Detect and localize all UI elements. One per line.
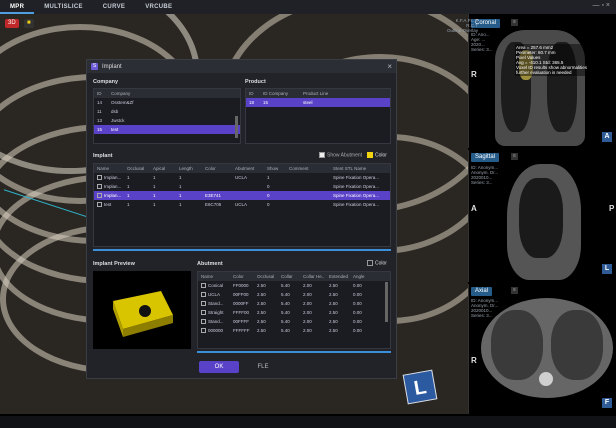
implant-table-header: Name Occlusal Apical Length Color Abutme… [94, 164, 390, 173]
orientation-cube-icon[interactable]: L [402, 369, 438, 405]
file-icon [97, 175, 102, 181]
implant-row[interactable]: Implan... 1 1 1 UCLA 1 Spine Fixation Opera... [94, 173, 390, 182]
abutment-scrollbar[interactable] [385, 282, 388, 322]
file-icon [97, 193, 102, 199]
file-icon [201, 319, 206, 325]
tab-curve[interactable]: CURVE [93, 0, 135, 14]
product-row[interactable]: 18 15 steel [246, 98, 390, 107]
implant-scrollbar[interactable] [93, 249, 391, 251]
company-table-header: ID Company [94, 89, 240, 98]
company-scrollbar[interactable] [235, 116, 238, 138]
status-bar [0, 416, 616, 428]
file-icon [97, 202, 102, 208]
axial-left-marker: R [471, 356, 477, 365]
axial-image [481, 298, 613, 398]
ok-button[interactable]: OK [199, 361, 239, 373]
abutment-row[interactable]: 000000 FFFFFF 2.50 5.40 2.00 2.50 0.00 [198, 326, 390, 335]
abutment-row[interactable]: UCLA 00FF00 2.50 5.40 2.00 2.50 0.00 [198, 290, 390, 299]
abutment-heading: Abutment [197, 261, 223, 267]
view-settings-icon[interactable]: ■ [24, 19, 34, 28]
coronal-patient-info: ID: Ano... Age: ... 2020... Series: 3... [471, 32, 493, 52]
coronal-header: K.F.A.P.L.E R.C.T Outline Overlay [447, 18, 479, 33]
sagittal-label[interactable]: Sagittal [471, 153, 500, 162]
implant-3d-model-icon [113, 291, 173, 337]
abutment-row[interactable]: Conical FF0000 2.50 5.40 2.00 2.50 0.00 [198, 281, 390, 290]
color-swatch-icon [367, 152, 373, 158]
tab-vrcube[interactable]: VRCUBE [135, 0, 182, 14]
abutment-color-toggle[interactable]: Color [367, 260, 387, 266]
sagittal-left-marker: A [471, 204, 477, 213]
show-abutment-checkbox[interactable]: Show Abutment [319, 152, 362, 158]
implant-preview-viewport[interactable] [93, 271, 191, 349]
abutment-hscrollbar[interactable] [197, 351, 391, 353]
company-row[interactable]: 11 dsb [94, 107, 240, 116]
abutment-table-header: Name Color Occlusal Collar Collar He.. E… [198, 272, 390, 281]
dialog-title: Implant [102, 63, 122, 70]
implant-row[interactable]: test 1 1 1 E6C705 UCLA 0 Spine Fixation Opera..… [94, 200, 390, 209]
file-icon [97, 184, 102, 190]
implant-heading: Implant [93, 153, 113, 159]
checkbox-icon [367, 260, 373, 266]
implant-color-toggle[interactable]: Color [367, 152, 387, 158]
app-icon: S [91, 63, 98, 70]
sagittal-right-marker: P [609, 204, 615, 213]
company-row[interactable]: 14 Osstem&Zf [94, 98, 240, 107]
implant-dialog: S Implant × Company ID Company 14 Osstem&… [86, 59, 397, 379]
window-controls[interactable]: — ▫ × [593, 2, 610, 9]
coronal-orientation-tag[interactable]: A [602, 132, 612, 142]
abutment-row[interactable]: Straight FFFF00 2.50 5.40 2.00 2.50 0.00 [198, 308, 390, 317]
checkbox-icon [319, 152, 325, 158]
file-icon [201, 328, 206, 334]
implant-row[interactable]: Implan... 1 1 1 0 Spine Fixation Opera... [94, 182, 390, 191]
abutment-row[interactable]: Stand... 00FFFF 2.50 5.40 2.00 2.50 0.00 [198, 317, 390, 326]
coronal-measurement-box: Area = 257.6 mm2 Perimeter: 60.7 mm Pixe… [515, 44, 589, 76]
product-table-header: ID ID Company Product Line [246, 89, 390, 98]
tab-mpr[interactable]: MPR [0, 0, 35, 14]
abutment-row[interactable]: Stand... 0000FF 2.50 5.40 2.00 2.50 0.00 [198, 299, 390, 308]
implant-row[interactable]: Implan... 1 1 1 E3E741 0 Spine Fixation Opera.… [94, 191, 390, 200]
view-mode-tabbar: MPR MULTISLICE CURVE VRCUBE — ▫ × [0, 0, 616, 14]
coronal-settings-icon[interactable]: ≡ [511, 19, 518, 26]
axial-orientation-tag[interactable]: F [602, 398, 612, 408]
company-table[interactable]: ID Company 14 Osstem&Zf 11 dsb 13 Jwstck 15 tes… [93, 88, 241, 144]
file-icon [201, 301, 206, 307]
sagittal-view[interactable]: Sagittal ≡ ID: Anonym... Anonym. Dr... 2… [468, 150, 616, 282]
axial-label[interactable]: Axial [471, 287, 493, 296]
sagittal-patient-info: ID: Anonym... Anonym. Dr... 2020010... S… [471, 165, 499, 185]
view-3d-badge[interactable]: 3D [5, 19, 19, 28]
axial-settings-icon[interactable]: ≡ [511, 287, 518, 294]
company-heading: Company [93, 79, 119, 85]
abutment-table[interactable]: Name Color Occlusal Collar Collar He.. E… [197, 271, 391, 349]
tab-multislice[interactable]: MULTISLICE [34, 0, 93, 14]
company-row[interactable]: 15 test [94, 125, 240, 134]
file-icon [201, 292, 206, 298]
cancel-button[interactable]: FLE [243, 361, 283, 373]
implant-table[interactable]: Name Occlusal Apical Length Color Abutme… [93, 163, 391, 247]
sagittal-image [507, 164, 581, 280]
product-table[interactable]: ID ID Company Product Line 18 15 steel [245, 88, 391, 144]
axial-view[interactable]: Axial ≡ ID: Anonym... Anonym. Dr... 2020… [468, 284, 616, 414]
coronal-left-marker: R [471, 70, 477, 79]
dialog-titlebar[interactable]: S Implant × [87, 60, 396, 73]
product-heading: Product [245, 79, 266, 85]
sagittal-orientation-tag[interactable]: L [602, 264, 612, 274]
sagittal-settings-icon[interactable]: ≡ [511, 153, 518, 160]
axial-patient-info: ID: Anonym... Anonym. Dr... 2020010... S… [471, 298, 499, 318]
close-icon[interactable]: × [387, 62, 392, 71]
file-icon [201, 310, 206, 316]
implant-preview-heading: Implant Preview [93, 261, 135, 267]
coronal-view[interactable]: Coronal ≡ K.F.A.P.L.E R.C.T Outline Over… [447, 14, 616, 148]
company-row[interactable]: 13 Jwstck [94, 116, 240, 125]
file-icon [201, 283, 206, 289]
